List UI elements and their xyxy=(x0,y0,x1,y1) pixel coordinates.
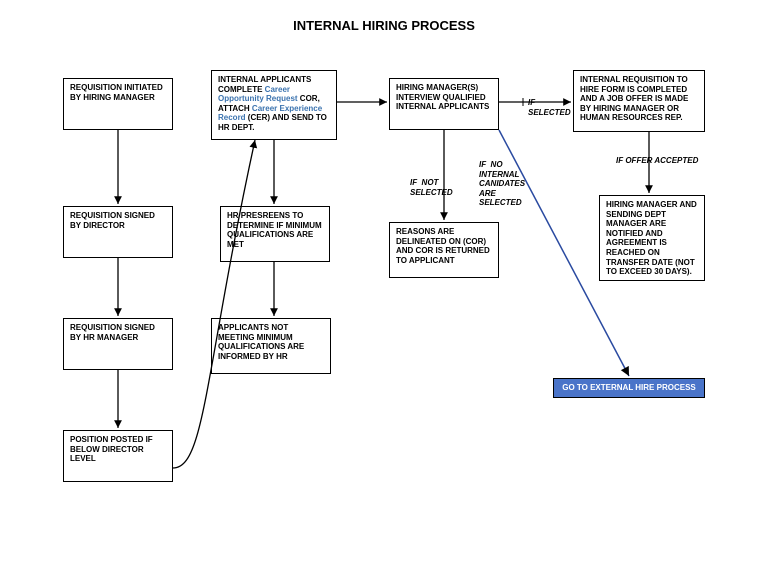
box-applicants-not-meeting: APPLICANTS NOT MEETING MINIMUM QUALIFICA… xyxy=(211,318,331,374)
box-internal-requisition-offer: INTERNAL REQUISITION TO HIRE FORM IS COM… xyxy=(573,70,705,132)
box-text: REQUISITION INITIATED BY HIRING MANAGER xyxy=(70,83,163,102)
diagram-title: INTERNAL HIRING PROCESS xyxy=(0,18,768,33)
box-text: POSITION POSTED IF BELOW DIRECTOR LEVEL xyxy=(70,435,153,463)
label-if-no-internal: IF NO INTERNAL CANIDATES ARE SELECTED xyxy=(479,160,525,208)
box-text: INTERNAL REQUISITION TO HIRE FORM IS COM… xyxy=(580,75,688,122)
box-text: APPLICANTS NOT MEETING MINIMUM QUALIFICA… xyxy=(218,323,304,361)
box-notified-transfer-date: HIRING MANAGER AND SENDING DEPT MANAGER … xyxy=(599,195,705,281)
box-internal-applicants-complete: INTERNAL APPLICANTS COMPLETE Career Oppo… xyxy=(211,70,337,140)
box-text: REQUISITION SIGNED BY HR MANAGER xyxy=(70,323,155,342)
label-if-not-selected: IF NOT SELECTED xyxy=(410,178,453,197)
diagram-canvas: INTERNAL HIRING PROCESS REQUISITION INIT… xyxy=(0,0,768,576)
box-signed-hr-manager: REQUISITION SIGNED BY HR MANAGER xyxy=(63,318,173,370)
box-hr-prescreens: HR PRESREENS TO DETERMINE IF MINIMUM QUA… xyxy=(220,206,330,262)
label-if-offer-accepted: IF OFFER ACCEPTED xyxy=(616,156,698,166)
box-text: HIRING MANAGER AND SENDING DEPT MANAGER … xyxy=(606,200,697,276)
box-text: HR PRESREENS TO DETERMINE IF MINIMUM QUA… xyxy=(227,211,322,249)
box-hiring-manager-interview: HIRING MANAGER(S) INTERVIEW QUALIFIED IN… xyxy=(389,78,499,130)
box-reasons-delineated: REASONS ARE DELINEATED ON (COR) AND COR … xyxy=(389,222,499,278)
label-if-selected: IF SELECTED xyxy=(528,98,571,117)
box-text: GO TO EXTERNAL HIRE PROCESS xyxy=(562,383,696,393)
box-go-to-external[interactable]: GO TO EXTERNAL HIRE PROCESS xyxy=(553,378,705,398)
box-text: REQUISITION SIGNED BY DIRECTOR xyxy=(70,211,155,230)
box-position-posted: POSITION POSTED IF BELOW DIRECTOR LEVEL xyxy=(63,430,173,482)
box-text: HIRING MANAGER(S) INTERVIEW QUALIFIED IN… xyxy=(396,83,489,111)
box-requisition-initiated: REQUISITION INITIATED BY HIRING MANAGER xyxy=(63,78,173,130)
box-text: REASONS ARE DELINEATED ON (COR) AND COR … xyxy=(396,227,490,265)
box-signed-director: REQUISITION SIGNED BY DIRECTOR xyxy=(63,206,173,258)
